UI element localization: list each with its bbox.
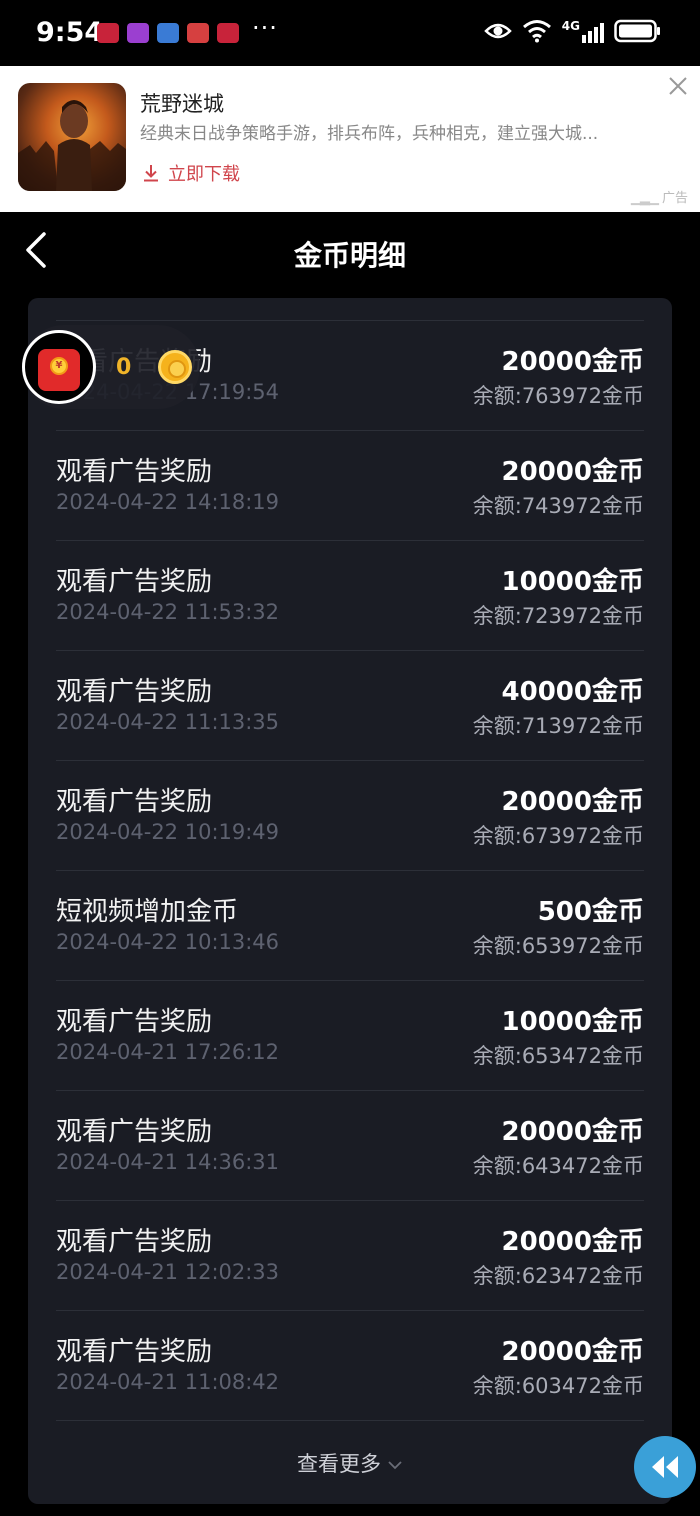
record-title: 观看广告奖励 [56, 787, 213, 817]
notification-icons [97, 23, 239, 43]
record-row: 观看广告奖励 2024-04-21 12:02:33 20000金币余额:62347… [56, 1201, 644, 1311]
record-time: 2024-04-21 14:36:31 [56, 1150, 280, 1174]
record-amount: 40000金币 [501, 677, 644, 707]
record-time: 2024-04-22 11:13:35 [56, 710, 280, 734]
record-title: 观看广告奖励 [56, 457, 213, 487]
record-balance: 余额:643472金币 [472, 1154, 644, 1178]
record-amount: 10000金币 [501, 567, 644, 597]
page-header: 金币明细 [0, 212, 700, 298]
record-balance: 余额:723972金币 [472, 604, 644, 628]
record-row: 观看广告奖励 2024-04-21 17:26:12 10000金币余额:65347… [56, 981, 644, 1091]
red-packet-icon[interactable]: ¥ [22, 330, 96, 404]
ad-description: 经典末日战争策略手游，排兵布阵，兵种相克，建立强大城... [140, 124, 599, 144]
record-title: 观看广告奖励 [56, 1007, 213, 1037]
record-balance: 余额:603472金币 [472, 1374, 644, 1398]
browser-app-icon [157, 23, 179, 43]
battery-icon [614, 19, 660, 43]
coin-records-card: 观看广告奖励2024-04-22 17:19:5420000金币余额:76397… [28, 298, 672, 1504]
record-time: 2024-04-22 11:53:32 [56, 600, 280, 624]
record-time: 2024-04-21 11:08:42 [56, 1370, 280, 1394]
record-amount: 20000金币 [501, 347, 644, 377]
gold-coin-icon [158, 350, 192, 384]
record-amount: 20000金币 [501, 787, 644, 817]
download-icon [144, 165, 158, 182]
ad-label: ▁▂▁ 广告 [630, 191, 688, 206]
record-time: 2024-04-21 17:26:12 [56, 1040, 280, 1064]
floating-assistant-button[interactable] [634, 1436, 696, 1498]
status-time: 9:54 [36, 17, 104, 48]
record-balance: 余额:653472金币 [472, 1044, 644, 1068]
more-notifications-icon: ··· [252, 14, 278, 42]
record-title: 观看广告奖励 [56, 1337, 213, 1367]
record-row: 观看广告奖励 2024-04-22 14:18:19 20000金币余额:74397… [56, 431, 644, 541]
ad-download-label: 立即下载 [168, 164, 240, 185]
record-row: 观看广告奖励 2024-04-22 10:19:49 20000金币余额:67397… [56, 761, 644, 871]
view-more-button[interactable]: 查看更多 [28, 1448, 672, 1478]
record-amount: 20000金币 [501, 457, 644, 487]
huawei-app-icon [97, 23, 119, 43]
video-app-icon [127, 23, 149, 43]
wifi-icon [522, 20, 551, 43]
record-row: 短视频增加金币 2024-04-22 10:13:46 500金币余额:653972… [56, 871, 644, 981]
record-balance: 余额:673972金币 [472, 824, 644, 848]
status-bar: 9:54 ··· 4G [0, 0, 700, 66]
record-balance: 余额:713972金币 [472, 714, 644, 738]
record-row: 观看广告奖励 2024-04-21 14:36:31 20000金币余额:64347… [56, 1091, 644, 1201]
record-row: 观看广告奖励 2024-04-22 11:13:35 40000金币余额:71397… [56, 651, 644, 761]
record-time: 2024-04-22 14:18:19 [56, 490, 280, 514]
record-amount: 500金币 [537, 897, 644, 927]
ad-title[interactable]: 荒野迷城 [140, 88, 224, 118]
record-amount: 20000金币 [501, 1227, 644, 1257]
record-title: 观看广告奖励 [56, 567, 213, 597]
reward-count: 0 [116, 355, 132, 380]
view-more-label: 查看更多 [297, 1452, 381, 1476]
cellular-signal-icon: 4G [562, 19, 604, 43]
record-balance: 余额:743972金币 [472, 494, 644, 518]
record-row: 观看广告奖励 2024-04-21 11:08:42 20000金币余额:60347… [56, 1311, 644, 1421]
record-title: 短视频增加金币 [56, 897, 239, 927]
record-amount: 20000金币 [501, 1117, 644, 1147]
record-amount: 20000金币 [501, 1337, 644, 1367]
record-balance: 余额:763972金币 [472, 384, 644, 408]
ad-banner[interactable]: 荒野迷城 经典末日战争策略手游，排兵布阵，兵种相克，建立强大城... 立即下载 … [0, 66, 700, 212]
record-time: 2024-04-21 12:02:33 [56, 1260, 280, 1284]
huawei-app-icon-2 [217, 23, 239, 43]
system-icons: 4G [484, 19, 662, 43]
record-row: 观看广告奖励 2024-04-22 11:53:32 10000金币余额:72397… [56, 541, 644, 651]
eye-comfort-icon [484, 23, 512, 39]
reader-app-icon [187, 23, 209, 43]
floating-reward-widget[interactable]: ¥ 0 [22, 325, 200, 409]
page-title: 金币明细 [293, 239, 406, 272]
record-time: 2024-04-22 10:13:46 [56, 930, 280, 954]
record-amount: 10000金币 [501, 1007, 644, 1037]
network-type: 4G [561, 19, 580, 33]
record-balance: 余额:653972金币 [472, 934, 644, 958]
ad-download-button[interactable]: 立即下载 [142, 160, 240, 186]
record-time: 2024-04-22 10:19:49 [56, 820, 280, 844]
ad-game-image[interactable] [18, 83, 126, 191]
record-title: 观看广告奖励 [56, 677, 213, 707]
record-title: 观看广告奖励 [56, 1117, 213, 1147]
chevron-down-icon [388, 1461, 402, 1470]
rewind-icon [652, 1456, 678, 1478]
close-icon[interactable] [666, 74, 690, 98]
record-balance: 余额:623472金币 [472, 1264, 644, 1288]
record-title: 观看广告奖励 [56, 1227, 213, 1257]
ad-label-text: 广告 [661, 191, 688, 206]
